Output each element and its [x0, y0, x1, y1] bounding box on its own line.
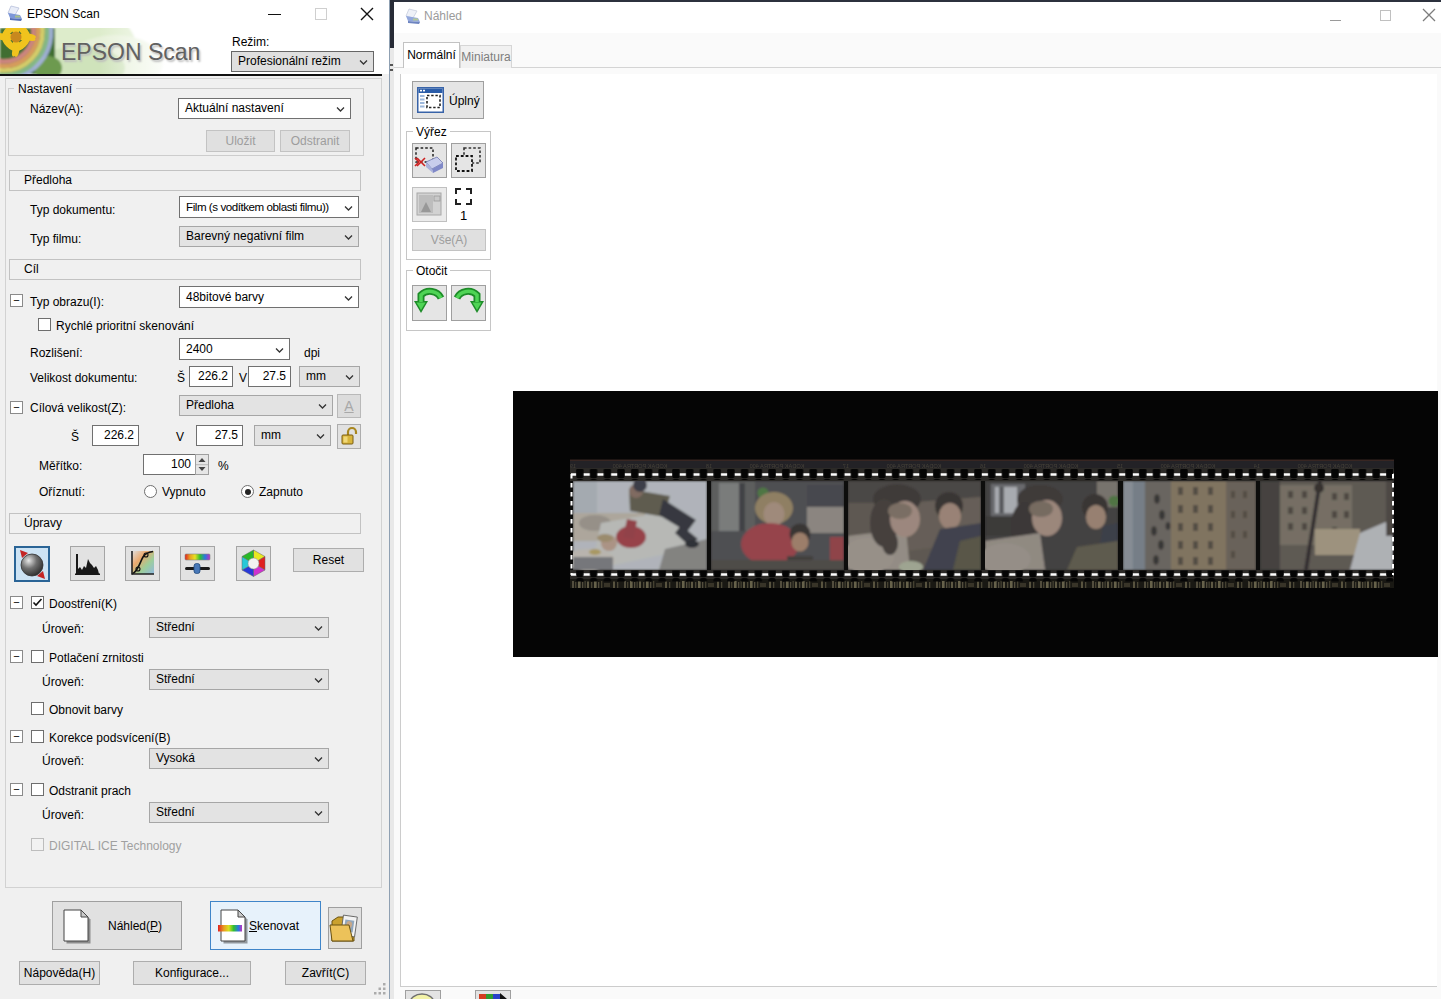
svg-text:KODAK PORTRA 400: KODAK PORTRA 400	[1024, 463, 1079, 469]
svg-text:KODAK PORTRA 400: KODAK PORTRA 400	[1161, 463, 1216, 469]
svg-text:19: 19	[570, 463, 576, 469]
svg-text:KODAK PORTRA 400: KODAK PORTRA 400	[613, 463, 668, 469]
svg-text:18: 18	[706, 463, 712, 469]
svg-text:16: 16	[980, 463, 986, 469]
svg-text:14: 14	[1254, 463, 1260, 469]
svg-text:15: 15	[1117, 463, 1123, 469]
svg-text:KODAK PORTRA 400: KODAK PORTRA 400	[1298, 463, 1353, 469]
svg-text:KODAK PORTRA 400: KODAK PORTRA 400	[887, 463, 942, 469]
svg-text:17: 17	[843, 463, 849, 469]
svg-text:KODAK PORTRA 400: KODAK PORTRA 400	[750, 463, 805, 469]
